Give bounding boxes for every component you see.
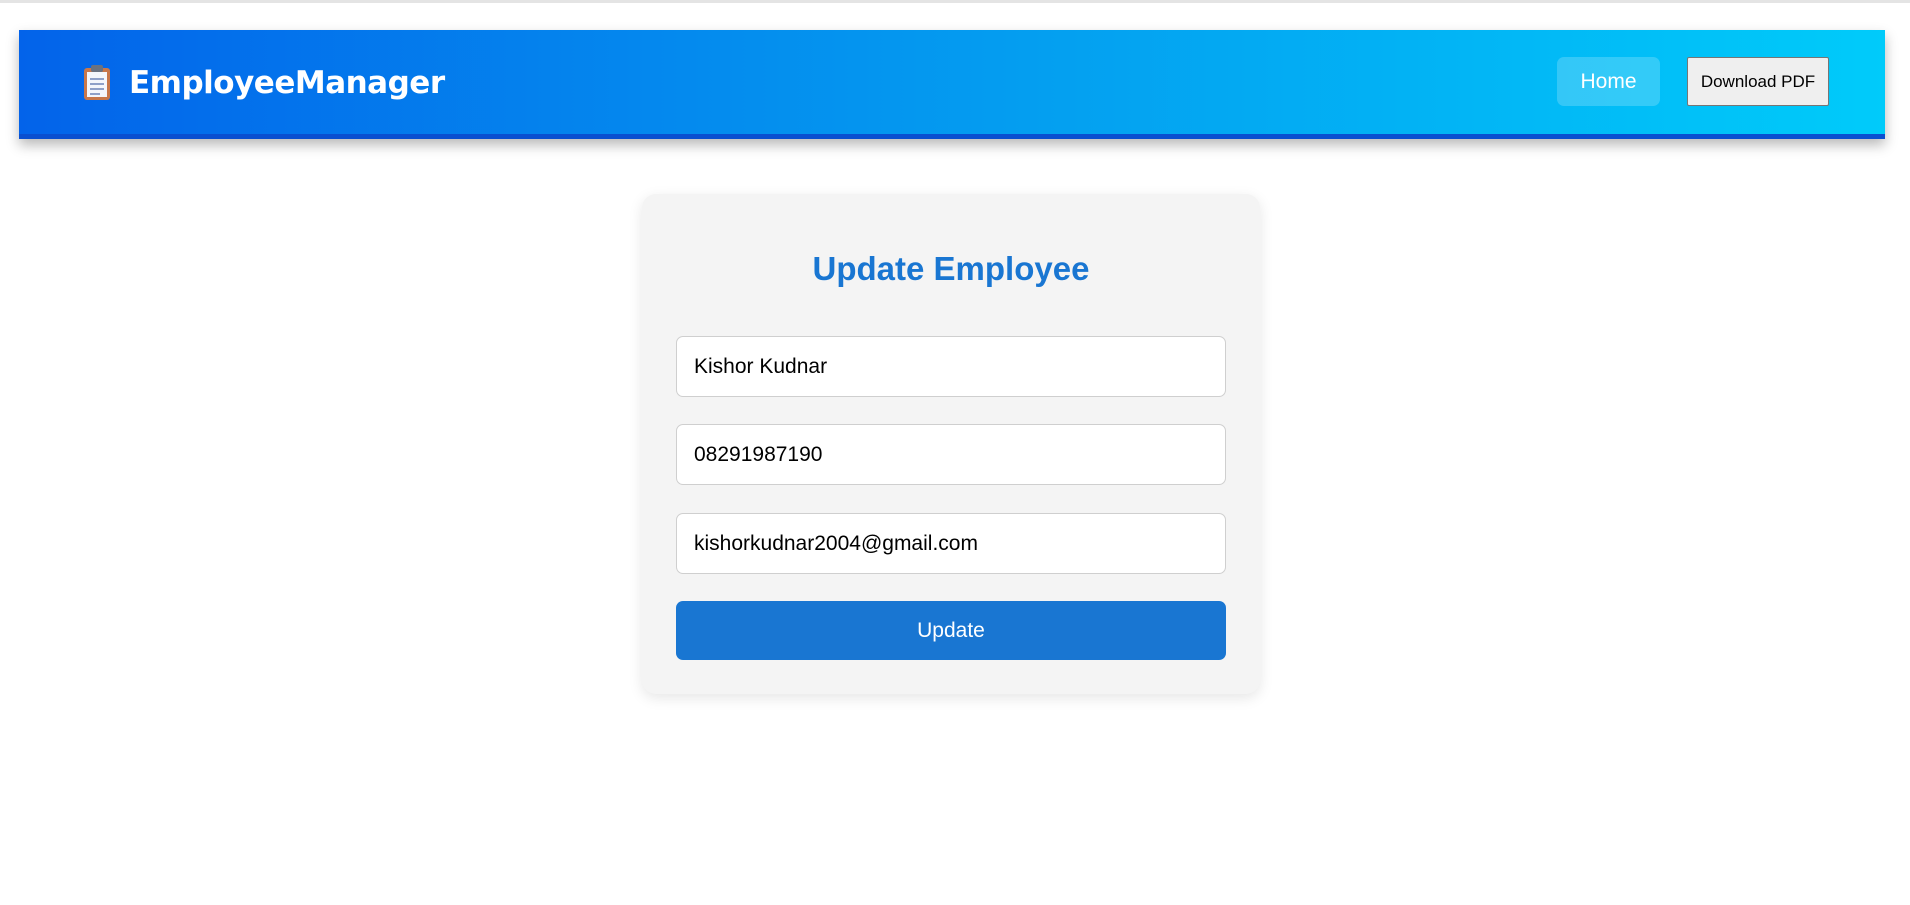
email-input[interactable] (676, 513, 1226, 574)
top-divider (0, 0, 1910, 3)
download-pdf-button[interactable]: Download PDF (1687, 57, 1829, 106)
update-employee-card: Update Employee Update (642, 194, 1260, 694)
clipboard-icon (81, 64, 113, 102)
navbar: EmployeeManager Home Download PDF (19, 30, 1885, 139)
brand-name: EmployeeManager (129, 65, 445, 101)
phone-input[interactable] (676, 424, 1226, 485)
form-title: Update Employee (812, 250, 1090, 287)
name-input[interactable] (676, 336, 1226, 397)
nav-home-link[interactable]: Home (1557, 57, 1660, 106)
brand[interactable]: EmployeeManager (81, 63, 445, 103)
update-button[interactable]: Update (676, 601, 1226, 660)
